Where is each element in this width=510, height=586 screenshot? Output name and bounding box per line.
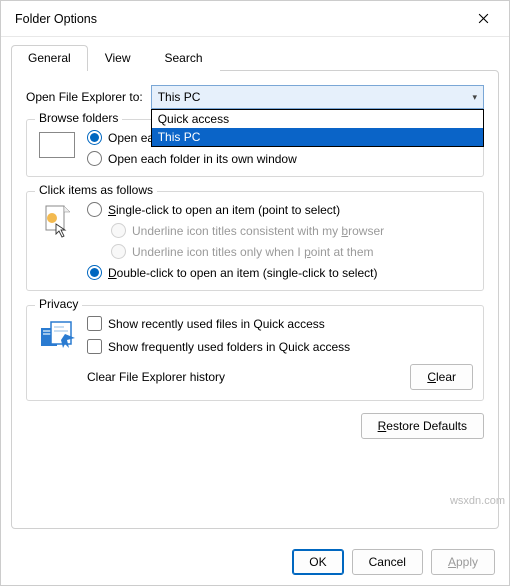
dropdown-option-this-pc[interactable]: This PC [152, 128, 483, 146]
folder-window-icon [39, 132, 75, 158]
click-items-icon-box [37, 202, 77, 280]
radio-underline-point-label: Underline icon titles only when I point … [132, 245, 373, 259]
check-recent-files[interactable]: Show recently used files in Quick access [87, 316, 350, 331]
window-close-button[interactable] [461, 3, 505, 35]
folder-options-window: Folder Options General View Search Open … [0, 0, 510, 586]
privacy-clear-icon [39, 318, 75, 350]
radio-single-click-label: SSingle-click to open an item (point to … [108, 203, 340, 217]
radio-double-click-input[interactable] [87, 265, 102, 280]
clear-history-row: Clear File Explorer history Clear [37, 364, 473, 390]
dropdown-option-quick-access[interactable]: Quick access [152, 110, 483, 128]
open-explorer-dropdown: Quick access This PC [151, 109, 484, 147]
check-frequent-folders-input[interactable] [87, 339, 102, 354]
open-explorer-combo-value: This PC [158, 90, 201, 104]
check-frequent-folders[interactable]: Show frequently used folders in Quick ac… [87, 339, 350, 354]
radio-underline-browser-label: Underline icon titles consistent with my… [132, 224, 384, 238]
cancel-button[interactable]: Cancel [352, 549, 423, 575]
clear-button[interactable]: Clear [410, 364, 473, 390]
privacy-group: Privacy [26, 305, 484, 401]
radio-double-click-label: Double-click to open an item (single-cli… [108, 266, 377, 280]
tab-view[interactable]: View [88, 45, 148, 71]
click-items-group: Click items as follows SSingle [26, 191, 484, 291]
radio-single-click-input[interactable] [87, 202, 102, 217]
radio-own-window[interactable]: Open each folder in its own window [87, 151, 309, 166]
privacy-legend: Privacy [35, 297, 82, 311]
radio-same-window-input[interactable] [87, 130, 102, 145]
click-items-legend: Click items as follows [35, 183, 157, 197]
privacy-icon-box [37, 316, 77, 354]
radio-own-window-label: Open each folder in its own window [108, 152, 297, 166]
restore-defaults-row: Restore Defaults [26, 413, 484, 439]
clear-history-label: Clear File Explorer history [87, 370, 225, 384]
tab-body-general: Open File Explorer to: This PC ▾ Quick a… [11, 70, 499, 529]
ok-button[interactable]: OK [292, 549, 343, 575]
dialog-footer: OK Cancel Apply [1, 539, 509, 585]
tab-general[interactable]: General [11, 45, 88, 71]
titlebar: Folder Options [1, 1, 509, 37]
close-icon [478, 13, 489, 24]
open-explorer-combo-wrap: This PC ▾ Quick access This PC [151, 85, 484, 109]
radio-underline-browser: Underline icon titles consistent with my… [111, 223, 384, 238]
radio-underline-point: Underline icon titles only when I point … [111, 244, 384, 259]
pointer-document-icon [42, 204, 72, 240]
radio-single-click[interactable]: SSingle-click to open an item (point to … [87, 202, 384, 217]
dialog-content: General View Search Open File Explorer t… [1, 37, 509, 539]
tab-strip: General View Search [11, 45, 499, 71]
check-frequent-folders-label: Show frequently used folders in Quick ac… [108, 340, 350, 354]
apply-button[interactable]: Apply [431, 549, 495, 575]
check-recent-files-input[interactable] [87, 316, 102, 331]
radio-own-window-input[interactable] [87, 151, 102, 166]
radio-underline-browser-input [111, 223, 126, 238]
radio-double-click[interactable]: Double-click to open an item (single-cli… [87, 265, 384, 280]
tab-search[interactable]: Search [148, 45, 220, 71]
browse-folders-legend: Browse folders [35, 111, 122, 125]
restore-defaults-button[interactable]: Restore Defaults [361, 413, 484, 439]
window-title: Folder Options [15, 12, 461, 26]
browse-folders-icon-box [37, 130, 77, 166]
open-explorer-row: Open File Explorer to: This PC ▾ Quick a… [26, 85, 484, 109]
radio-underline-point-input [111, 244, 126, 259]
check-recent-files-label: Show recently used files in Quick access [108, 317, 325, 331]
open-explorer-label: Open File Explorer to: [26, 90, 143, 104]
chevron-down-icon: ▾ [472, 92, 477, 103]
open-explorer-combo[interactable]: This PC ▾ [151, 85, 484, 109]
